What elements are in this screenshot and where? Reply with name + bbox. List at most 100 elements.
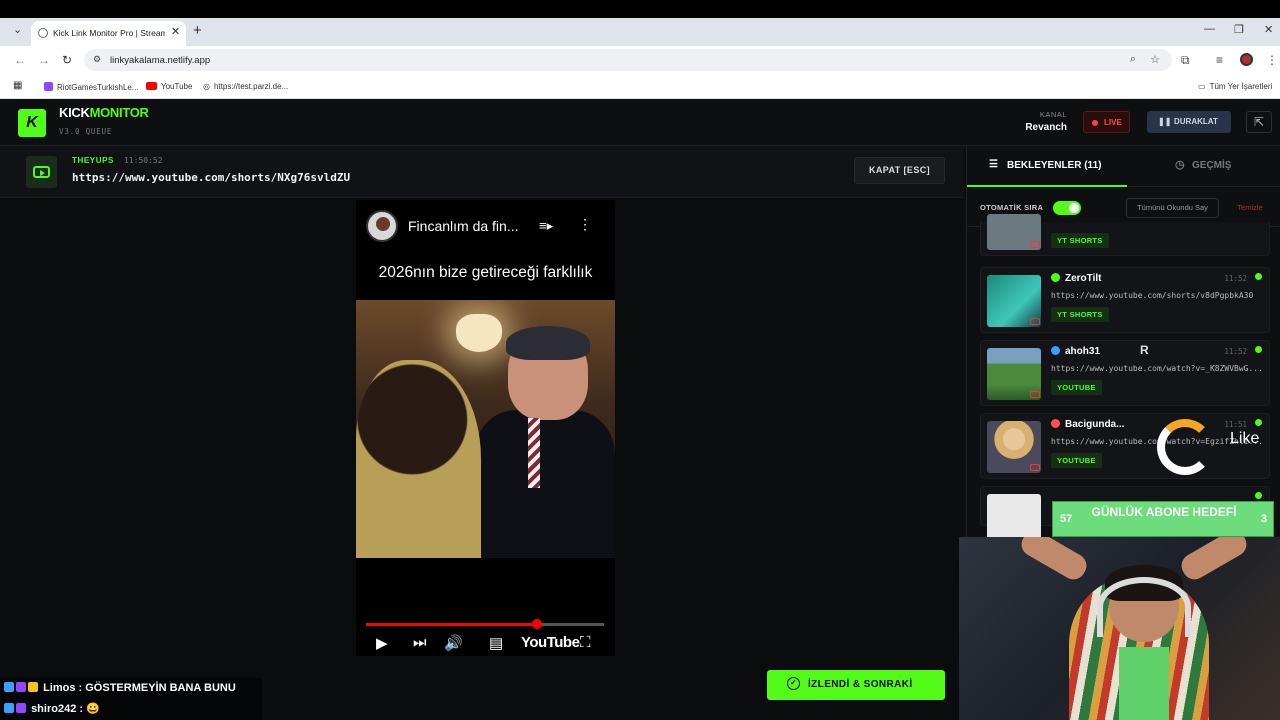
video-frame[interactable]: [356, 300, 615, 558]
status-dot: [1255, 492, 1262, 499]
current-link-bar: THEYUPS 11:50:52 https://www.youtube.com…: [0, 146, 963, 198]
queue-time: 11:52: [1224, 347, 1247, 356]
globe-icon: ◎: [203, 82, 210, 91]
top-black-bar: [0, 0, 1280, 18]
bookmark-youtube[interactable]: YouTube: [146, 82, 192, 91]
bookmark-riot[interactable]: RiotGamesTurkishLe...: [44, 82, 139, 92]
status-dot: [1255, 273, 1262, 280]
brand-title: KICKMONITOR: [59, 105, 149, 120]
mark-all-read-button[interactable]: Tümünü Okundu Say: [1126, 198, 1219, 218]
clock-icon: ◷: [1175, 159, 1185, 171]
user-badge-icon: [1051, 273, 1060, 282]
playlist-icon[interactable]: ≡▸: [539, 218, 553, 234]
pause-button[interactable]: ❚❚ DURAKLAT: [1147, 111, 1231, 133]
bookmark-label: RiotGamesTurkishLe...: [57, 83, 139, 92]
progress-knob[interactable]: [532, 619, 543, 629]
webcam-overlay: [959, 537, 1280, 720]
close-button[interactable]: KAPAT [ESC]: [854, 157, 945, 184]
queue-item[interactable]: ZeroTilt 11:52 https://www.youtube.com/s…: [980, 267, 1270, 333]
youtube-logo[interactable]: YouTube: [521, 634, 580, 651]
chat-overlay: Limos : GÖSTERMEYİN BANA BUNU shiro242 :…: [0, 678, 262, 720]
queue-username: Bacigunda...: [1051, 419, 1124, 430]
woman-shape: [356, 360, 481, 558]
reload-icon[interactable]: ↻: [62, 53, 72, 67]
all-bookmarks-label: Tüm Yer İşaretleri: [1209, 82, 1273, 91]
new-tab-button[interactable]: +: [193, 22, 202, 39]
volume-icon[interactable]: 🔊: [444, 634, 463, 652]
queue-thumbnail: [987, 275, 1041, 327]
restore-icon[interactable]: ❐: [1234, 23, 1244, 36]
like-logo-icon: [1157, 419, 1213, 475]
video-title[interactable]: Fincanlım da fin...: [408, 218, 519, 234]
queue-item[interactable]: YT SHORTS: [980, 214, 1270, 256]
profile-avatar[interactable]: [1240, 53, 1253, 66]
external-link-button[interactable]: ⇱: [1246, 111, 1272, 133]
queue-username-text: Bacigunda...: [1065, 419, 1125, 430]
shirt-shape: [1119, 647, 1169, 720]
clear-button[interactable]: Temizle: [1225, 198, 1275, 218]
zoom-icon[interactable]: ⌕: [1130, 53, 1136, 66]
channel-avatar[interactable]: [366, 210, 398, 242]
back-icon[interactable]: ←: [14, 53, 26, 67]
live-label: LIVE: [1104, 118, 1122, 127]
check-circle-icon: ✓: [787, 677, 800, 690]
youtube-mini-icon: [1030, 318, 1040, 325]
arm-shape: [1177, 537, 1251, 584]
close-window-icon[interactable]: ✕: [1264, 23, 1273, 36]
menu-icon[interactable]: ⋮: [1266, 53, 1278, 67]
tab-history[interactable]: ◷ GEÇMİŞ: [1127, 146, 1280, 187]
suit-shape: [474, 410, 615, 558]
queue-url: https://www.youtube.com/shorts/v8dPgpbkA…: [1051, 291, 1254, 300]
progress-bar[interactable]: [366, 619, 604, 629]
kanal-label: KANAL: [1039, 110, 1067, 119]
close-tab-icon[interactable]: ✕: [171, 25, 180, 38]
bookmarks-bar: ▦ RiotGamesTurkishLe... YouTube ◎ https:/…: [0, 74, 1280, 99]
minimize-icon[interactable]: —: [1204, 23, 1215, 35]
play-icon: [33, 166, 50, 178]
youtube-badge: [26, 156, 57, 188]
youtube-icon: [146, 82, 157, 90]
queue-time: 11:52: [1224, 274, 1247, 283]
queue-url: https://www.youtube.com/watch?v=_K8ZWVBw…: [1051, 364, 1263, 373]
auto-queue-toggle[interactable]: [1053, 201, 1081, 215]
star-icon[interactable]: ☆: [1150, 53, 1160, 66]
apps-icon[interactable]: ▦: [13, 80, 22, 91]
extensions-icon[interactable]: ⧉: [1181, 53, 1190, 68]
chat-badge-icon: [16, 682, 26, 692]
queue-username-text: ZeroTilt: [1065, 273, 1102, 284]
video-player[interactable]: Fincanlım da fin... ≡▸ ⋮ 2026nın bize ge…: [356, 200, 615, 656]
watched-next-button[interactable]: ✓ İZLENDİ & SONRAKİ: [767, 670, 945, 700]
globe-icon: [38, 28, 48, 38]
chat-badge-icon: [4, 682, 14, 692]
bookmark-test[interactable]: ◎ https://test.parzi.de...: [203, 82, 288, 91]
tab-waiting[interactable]: ☰ BEKLEYENLER (11): [967, 146, 1127, 187]
next-icon[interactable]: ⏭: [413, 634, 427, 651]
queue-item[interactable]: Bacigunda... 11:51 https://www.youtube.c…: [980, 413, 1270, 479]
fullscreen-icon[interactable]: ⛶: [580, 634, 591, 651]
url-field[interactable]: ⚙ linkyakalama.netlify.app ⌕ ☆: [84, 49, 1172, 71]
chat-message: Limos : GÖSTERMEYİN BANA BUNU: [4, 682, 236, 694]
url-text: linkyakalama.netlify.app: [110, 55, 211, 66]
goal-right: 3: [1260, 513, 1267, 525]
browser-tab[interactable]: Kick Link Monitor Pro | Stream ✕: [31, 21, 186, 46]
forward-icon[interactable]: →: [38, 53, 50, 67]
man-hair-shape: [506, 326, 590, 360]
folder-icon: ▭: [1198, 82, 1206, 91]
subtitles-icon[interactable]: ▤: [489, 634, 503, 652]
queue-item[interactable]: ahoh31 11:52 https://www.youtube.com/wat…: [980, 340, 1270, 406]
queue-thumbnail: [987, 421, 1041, 473]
tab-search-icon[interactable]: ⌄: [13, 23, 22, 36]
current-url[interactable]: https://www.youtube.com/shorts/NXg76svld…: [72, 171, 350, 184]
arm-shape: [1017, 537, 1091, 584]
kanal-name: Revanch: [1025, 122, 1067, 133]
version-label: V3.0 QUEUE: [59, 127, 113, 136]
more-options-icon[interactable]: ⋮: [578, 216, 592, 233]
media-icon[interactable]: ≡: [1216, 53, 1223, 67]
chat-username: Limos: [43, 682, 76, 694]
pause-icon: ❚❚: [1158, 117, 1172, 126]
site-info-icon[interactable]: ⚙: [93, 54, 101, 65]
all-bookmarks[interactable]: ▭ Tüm Yer İşaretleri: [1198, 82, 1272, 91]
address-bar-row: ← → ↻ ⚙ linkyakalama.netlify.app ⌕ ☆ ⧉ ≡…: [0, 46, 1280, 74]
play-icon[interactable]: ▶: [376, 634, 388, 652]
live-button[interactable]: LIVE: [1083, 111, 1130, 133]
